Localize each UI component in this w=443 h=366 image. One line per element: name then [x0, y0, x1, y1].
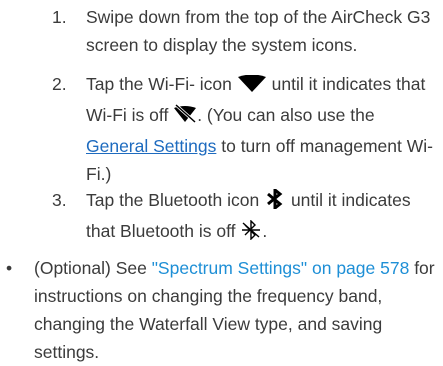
bullet-text: (Optional) See "Spectrum Settings" on pa… — [34, 254, 438, 366]
bluetooth-on-icon — [264, 186, 286, 217]
instruction-document: 1. Swipe down from the top of the AirChe… — [0, 0, 443, 363]
bullet-prefix: (Optional) See — [34, 258, 147, 278]
bullet-marker: • — [6, 258, 13, 278]
step-number: 3. — [52, 190, 67, 210]
step-number: 2. — [52, 74, 67, 94]
step-text: Swipe down from the top of the AirCheck … — [86, 7, 431, 55]
general-settings-link[interactable]: General Settings — [86, 136, 216, 156]
spectrum-settings-link[interactable]: "Spectrum Settings" on page 578 — [152, 258, 410, 278]
step-text-lead: Tap the Bluetooth icon — [86, 190, 260, 210]
step-text-tail: . — [262, 221, 268, 241]
step-3: 3. Tap the Bluetooth icon until it indic… — [52, 186, 440, 248]
step-2: 2. Tap the Wi-Fi- icon until it indicate… — [52, 70, 440, 188]
step-body: Tap the Bluetooth icon until it indicate… — [86, 186, 436, 248]
step-number: 1. — [52, 7, 67, 27]
step-body: Tap the Wi-Fi- icon until it indicates t… — [86, 70, 436, 188]
step-text-tail: . (You can also use the — [197, 105, 375, 125]
bluetooth-off-icon — [240, 219, 262, 248]
optional-note: • (Optional) See "Spectrum Settings" on … — [6, 254, 440, 366]
wifi-on-icon — [237, 73, 267, 101]
wifi-off-icon — [173, 103, 197, 132]
step-text-lead: Tap the Wi-Fi- icon — [86, 74, 232, 94]
step-1: 1. Swipe down from the top of the AirChe… — [52, 3, 440, 59]
